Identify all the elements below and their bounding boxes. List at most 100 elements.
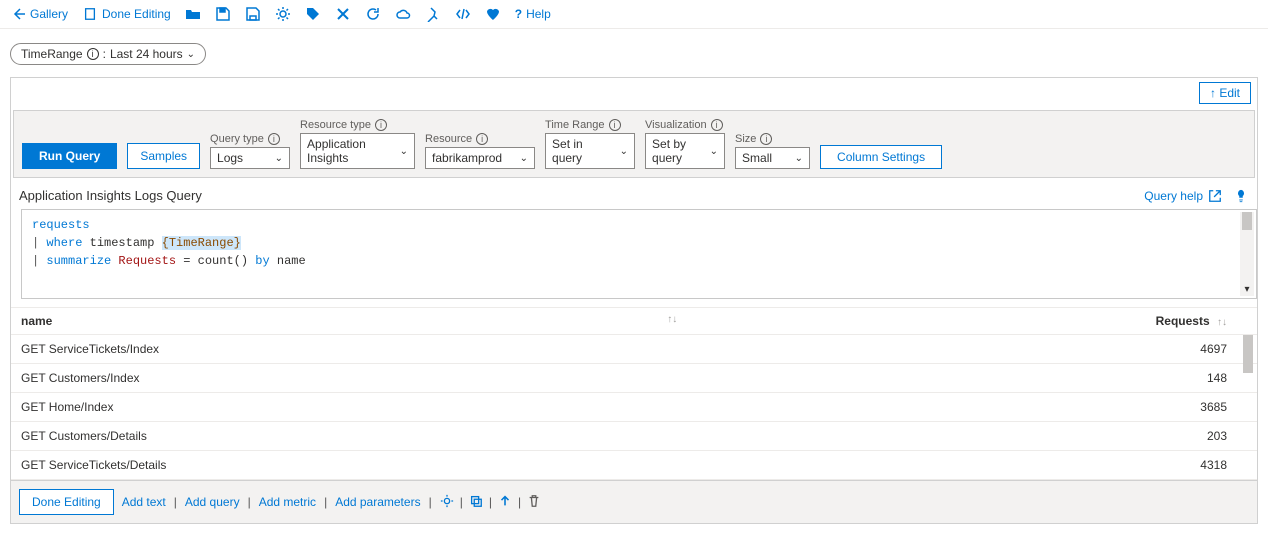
size-group: Sizei Small ⌄	[735, 133, 810, 169]
pin-button[interactable]	[425, 6, 441, 22]
lightbulb-icon	[1233, 189, 1249, 203]
results-body: GET ServiceTickets/Index4697 GET Custome…	[11, 335, 1257, 480]
code-button[interactable]	[455, 6, 471, 22]
table-scrollbar[interactable]	[1241, 335, 1255, 480]
code-icon	[455, 6, 471, 22]
scroll-down-icon[interactable]: ▾	[1240, 284, 1254, 296]
table-row[interactable]: GET Customers/Details203	[11, 422, 1257, 451]
help-link[interactable]: ? Help	[515, 7, 551, 21]
table-row[interactable]: GET ServiceTickets/Details4318	[11, 451, 1257, 480]
add-metric-link[interactable]: Add metric	[259, 495, 316, 509]
gallery-link[interactable]: Gallery	[10, 6, 68, 22]
clone-step-button[interactable]	[469, 494, 483, 511]
add-parameters-label: Add parameters	[335, 495, 420, 509]
table-row[interactable]: GET Customers/Index148	[11, 364, 1257, 393]
code-field: timestamp	[90, 236, 155, 250]
size-label: Size	[735, 133, 756, 145]
info-icon: i	[760, 133, 772, 145]
done-editing-bottom[interactable]: Done Editing	[19, 489, 114, 515]
resource-select[interactable]: fabrikamprod⌄	[425, 147, 535, 169]
col-requests-header[interactable]: Requests ↑↓	[907, 308, 1257, 335]
timerange-select[interactable]: Set in query⌄	[545, 133, 635, 169]
footer-icon-group: | | |	[440, 494, 541, 511]
add-parameters-link[interactable]: Add parameters	[335, 495, 420, 509]
cloud-button[interactable]	[395, 6, 411, 22]
cell-requests: 203	[907, 422, 1257, 451]
save-as-button[interactable]	[245, 6, 261, 22]
code-summarize: summarize	[46, 254, 111, 268]
visualization-group: Visualizationi Set by query⌄	[645, 119, 725, 169]
resource-type-value: Application Insights	[307, 137, 392, 165]
query-editor[interactable]: requests | where timestamp {TimeRange} |…	[21, 209, 1257, 299]
scroll-thumb[interactable]	[1243, 335, 1253, 373]
intellisense-button[interactable]	[1233, 189, 1249, 203]
code-by: by	[255, 254, 269, 268]
step-settings-button[interactable]	[440, 494, 454, 511]
col-name-label: name	[21, 314, 52, 328]
arrow-up-icon	[498, 494, 512, 508]
copy-icon	[469, 494, 483, 508]
code-alias: Requests	[118, 254, 176, 268]
samples-button[interactable]: Samples	[127, 143, 200, 169]
timerange-pill[interactable]: TimeRange i : Last 24 hours ⌄	[10, 43, 206, 65]
favorite-button[interactable]	[485, 6, 501, 22]
delete-step-button[interactable]	[527, 494, 541, 511]
folder-icon	[185, 6, 201, 22]
done-editing-top[interactable]: Done Editing	[82, 7, 171, 21]
query-type-select[interactable]: Logs⌄	[210, 147, 290, 169]
run-query-button[interactable]: Run Query	[22, 143, 117, 169]
query-text[interactable]: requests | where timestamp {TimeRange} |…	[22, 210, 1256, 298]
save-as-icon	[245, 6, 261, 22]
chevron-down-icon: ⌄	[520, 153, 528, 164]
table-row[interactable]: GET ServiceTickets/Index4697	[11, 335, 1257, 364]
chevron-down-icon: ⌄	[795, 153, 803, 164]
code-fn: count()	[198, 254, 248, 268]
cell-requests: 148	[907, 364, 1257, 393]
top-toolbar: Gallery Done Editing ? Help	[0, 0, 1268, 29]
code-table: requests	[32, 218, 90, 232]
tag-icon	[305, 6, 321, 22]
resource-label: Resource	[425, 133, 472, 145]
resource-type-select[interactable]: Application Insights⌄	[300, 133, 415, 169]
code-col: name	[277, 254, 306, 268]
open-folder-button[interactable]	[185, 6, 201, 22]
info-icon: i	[268, 133, 280, 145]
done-editing-label: Done Editing	[102, 7, 171, 21]
add-text-label: Add text	[122, 495, 166, 509]
col-name-header[interactable]: name ↑↓	[11, 308, 907, 335]
run-query-label: Run Query	[39, 149, 100, 163]
save-button[interactable]	[215, 6, 231, 22]
scroll-thumb[interactable]	[1242, 212, 1252, 230]
column-settings-button[interactable]: Column Settings	[820, 145, 942, 169]
query-type-label: Query type	[210, 133, 264, 145]
tag-button[interactable]	[305, 6, 321, 22]
cell-name: GET Customers/Index	[11, 364, 907, 393]
table-row[interactable]: GET Home/Index3685	[11, 393, 1257, 422]
add-text-link[interactable]: Add text	[122, 495, 166, 509]
cell-name: GET Home/Index	[11, 393, 907, 422]
size-select[interactable]: Small ⌄	[735, 147, 810, 169]
info-icon: i	[375, 119, 387, 131]
save-icon	[215, 6, 231, 22]
refresh-button[interactable]	[365, 6, 381, 22]
settings-button[interactable]	[275, 6, 291, 22]
move-up-button[interactable]	[498, 494, 512, 511]
resource-type-label: Resource type	[300, 119, 371, 131]
cell-name: GET ServiceTickets/Index	[11, 335, 907, 364]
size-value: Small	[742, 151, 772, 165]
col-requests-label: Requests	[1156, 314, 1210, 328]
clear-button[interactable]	[335, 6, 351, 22]
editor-scrollbar[interactable]: ▴ ▾	[1240, 212, 1254, 296]
cell-name: GET ServiceTickets/Details	[11, 451, 907, 480]
add-query-label: Add query	[185, 495, 240, 509]
separator: |	[248, 495, 251, 509]
add-query-link[interactable]: Add query	[185, 495, 240, 509]
visualization-select[interactable]: Set by query⌄	[645, 133, 725, 169]
code-where: where	[46, 236, 82, 250]
done-editing-icon	[82, 7, 98, 21]
query-config-bar: Run Query Samples Query type i Logs⌄ Reso…	[13, 110, 1255, 178]
query-help-link[interactable]: Query help	[1144, 189, 1223, 203]
edit-step-button[interactable]: ↑ Edit	[1199, 82, 1251, 104]
chevron-down-icon: ⌄	[620, 146, 628, 157]
gear-icon	[440, 494, 454, 508]
